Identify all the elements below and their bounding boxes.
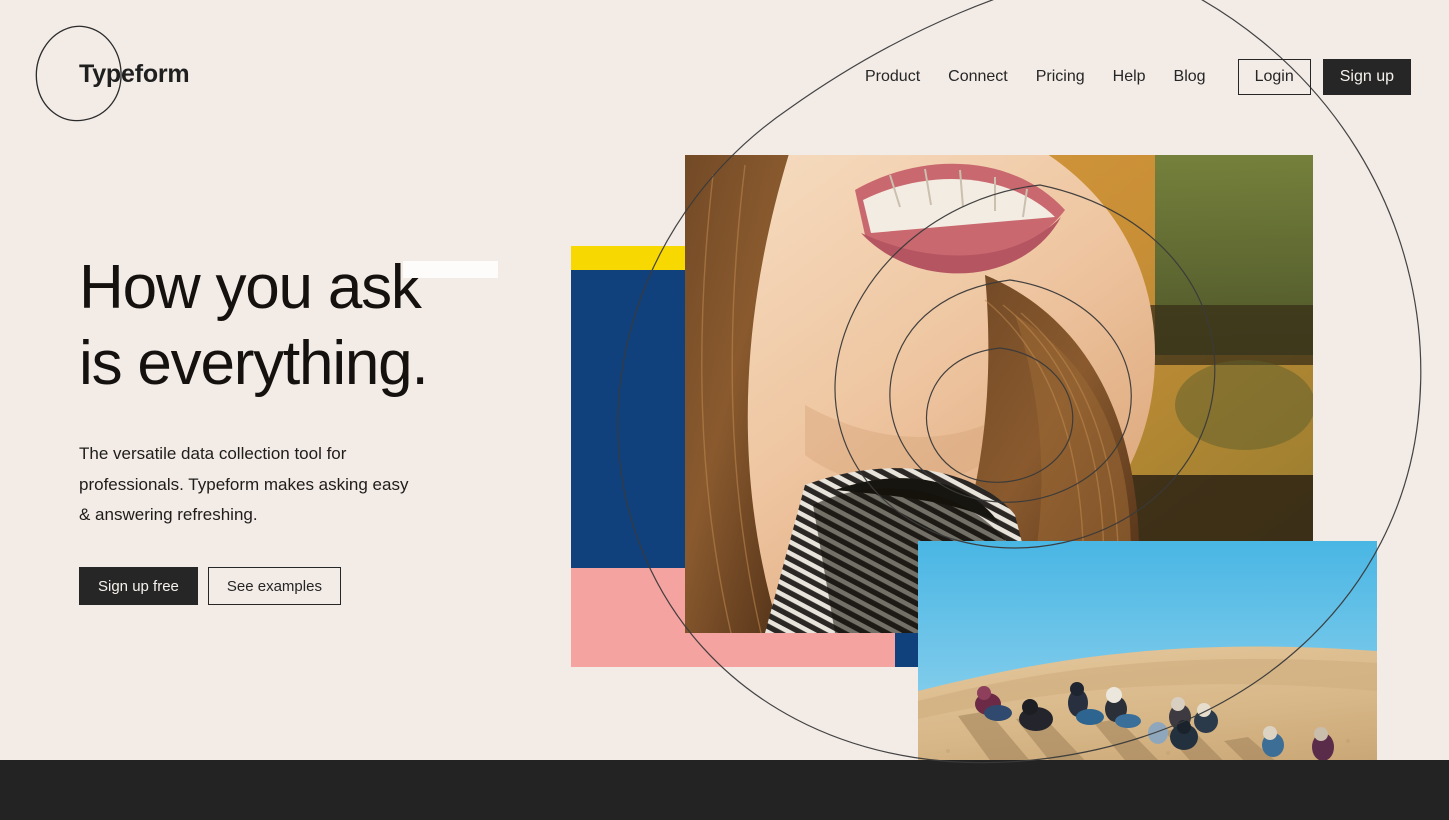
brand-logo[interactable]: Typeform [34, 24, 190, 124]
see-examples-button[interactable]: See examples [207, 567, 341, 605]
site-header: Typeform Product Connect Pricing Help Bl… [0, 0, 1449, 150]
brand-name: Typeform [79, 59, 190, 88]
white-accent-bar [403, 261, 498, 278]
landing-page: How you ask is everything. The versatile… [0, 0, 1449, 820]
nav-item-product[interactable]: Product [851, 59, 934, 95]
nav-item-pricing[interactable]: Pricing [1022, 59, 1099, 95]
nav-actions: Login Sign up [1237, 59, 1411, 95]
login-button[interactable]: Login [1237, 59, 1311, 95]
hero-cta-row: Sign up free See examples [79, 567, 549, 605]
main-nav: Product Connect Pricing Help Blog Login … [851, 59, 1411, 95]
nav-item-blog[interactable]: Blog [1160, 59, 1220, 95]
pink-block-lower [601, 634, 919, 667]
nav-item-connect[interactable]: Connect [934, 59, 1022, 95]
hero-subcopy: The versatile data collection tool for p… [79, 444, 409, 524]
footer-band [0, 760, 1449, 820]
nav-item-help[interactable]: Help [1099, 59, 1160, 95]
sign-up-button[interactable]: Sign up [1322, 59, 1411, 95]
sign-up-free-button[interactable]: Sign up free [79, 567, 198, 605]
hero-copy: How you ask is everything. The versatile… [79, 250, 549, 605]
